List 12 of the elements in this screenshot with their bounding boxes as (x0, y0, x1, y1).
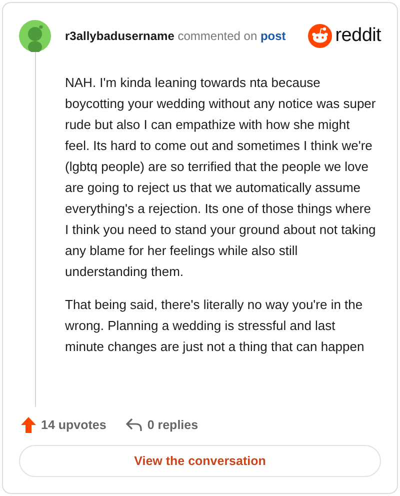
brand-name: reddit (335, 25, 381, 47)
reply-icon (126, 418, 142, 432)
comment-paragraph: That being said, there's literally no way you're in the wrong. Planning a wedding is stressful and last minute changes are just not a thing that can happen (65, 296, 366, 356)
comment-header: r3allybadusername commented on post (65, 29, 286, 43)
reply-count: 0 replies (147, 418, 198, 432)
upvote-icon (21, 417, 36, 433)
view-conversation-button[interactable]: View the conversation (19, 445, 381, 477)
post-link[interactable]: post (260, 29, 286, 43)
reddit-logo-icon (308, 24, 332, 48)
comment-paragraph: NAH. I'm kinda leaning towards nta because boycotting your wedding without any notice was super rude but also I can empathize with how she might feel. Its hard to come out and sometimes I think we're (lgbtq people) are so terrified that the people we love are going to reject us that we automatically assume everything's a rejection. Its one of those things where I think you need to stand your ground about not taking any blame for her feelings while also still understanding them. (65, 74, 377, 281)
upvote-count: 14 upvotes (41, 418, 106, 432)
avatar-icon (19, 20, 51, 52)
